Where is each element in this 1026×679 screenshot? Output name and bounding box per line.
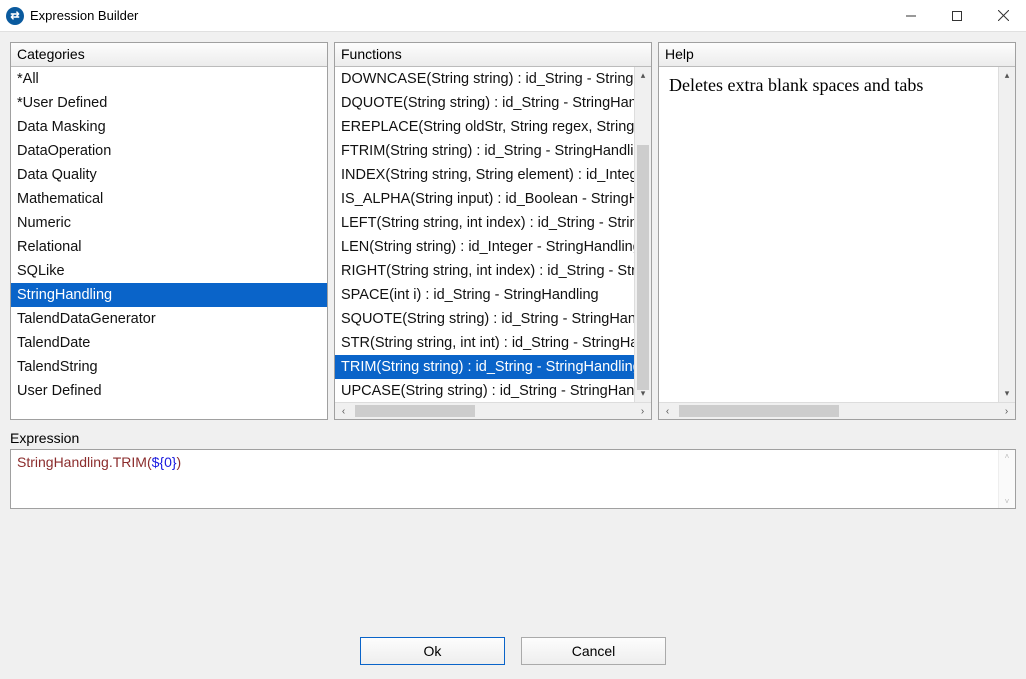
expression-close-text: ) xyxy=(177,454,182,470)
categories-listbox[interactable]: *All*User DefinedData MaskingDataOperati… xyxy=(11,67,327,419)
category-item[interactable]: TalendDate xyxy=(11,331,327,355)
function-item[interactable]: TRIM(String string) : id_String - String… xyxy=(335,355,634,379)
cancel-button[interactable]: Cancel xyxy=(521,637,666,665)
expression-vertical-scrollbar[interactable]: ˄ ˅ xyxy=(998,450,1015,508)
scroll-left-icon[interactable]: ‹ xyxy=(335,406,352,417)
scroll-up-icon[interactable]: ▴ xyxy=(635,67,651,84)
close-button[interactable] xyxy=(980,0,1026,32)
app-icon: ⇄ xyxy=(6,7,24,25)
expression-param-text: ${0} xyxy=(152,454,177,470)
function-item[interactable]: IS_ALPHA(String input) : id_Boolean - St… xyxy=(335,187,634,211)
function-item[interactable]: SQUOTE(String string) : id_String - Stri… xyxy=(335,307,634,331)
function-item[interactable]: INDEX(String string, String element) : i… xyxy=(335,163,634,187)
scroll-right-icon[interactable]: › xyxy=(998,406,1015,417)
function-item[interactable]: DOWNCASE(String string) : id_String - St… xyxy=(335,67,634,91)
scrollbar-thumb[interactable] xyxy=(679,405,839,417)
scroll-down-icon: ˅ xyxy=(1005,495,1010,508)
titlebar: ⇄ Expression Builder xyxy=(0,0,1026,32)
category-item[interactable]: TalendString xyxy=(11,355,327,379)
maximize-button[interactable] xyxy=(934,0,980,32)
expression-input[interactable]: StringHandling.TRIM(${0}) ˄ ˅ xyxy=(10,449,1016,509)
category-item[interactable]: DataOperation xyxy=(11,139,327,163)
minimize-button[interactable] xyxy=(888,0,934,32)
categories-header: Categories xyxy=(11,43,327,67)
category-item[interactable]: TalendDataGenerator xyxy=(11,307,327,331)
scroll-up-icon[interactable]: ▴ xyxy=(1005,67,1010,84)
help-text: Deletes extra blank spaces and tabs xyxy=(659,67,998,402)
category-item[interactable]: *User Defined xyxy=(11,91,327,115)
ok-button[interactable]: Ok xyxy=(360,637,505,665)
help-pane: Help Deletes extra blank spaces and tabs… xyxy=(658,42,1016,420)
window-title: Expression Builder xyxy=(30,8,138,23)
function-item[interactable]: STR(String string, int int) : id_String … xyxy=(335,331,634,355)
category-item[interactable]: User Defined xyxy=(11,379,327,403)
functions-pane: Functions DOWNCASE(String string) : id_S… xyxy=(334,42,652,420)
scroll-left-icon[interactable]: ‹ xyxy=(659,406,676,417)
function-item[interactable]: EREPLACE(String oldStr, String regex, St… xyxy=(335,115,634,139)
category-item[interactable]: StringHandling xyxy=(11,283,327,307)
category-item[interactable]: SQLike xyxy=(11,259,327,283)
help-horizontal-scrollbar[interactable]: ‹ › xyxy=(659,402,1015,419)
scroll-down-icon[interactable]: ▾ xyxy=(635,385,651,402)
function-item[interactable]: RIGHT(String string, int index) : id_Str… xyxy=(335,259,634,283)
function-item[interactable]: UPCASE(String string) : id_String - Stri… xyxy=(335,379,634,402)
function-item[interactable]: FTRIM(String string) : id_String - Strin… xyxy=(335,139,634,163)
scroll-up-icon: ˄ xyxy=(1005,450,1010,463)
scroll-right-icon[interactable]: › xyxy=(634,406,651,417)
expression-function-text: StringHandling.TRIM( xyxy=(17,454,152,470)
help-vertical-scrollbar[interactable]: ▴ ▾ xyxy=(998,67,1015,402)
function-item[interactable]: DQUOTE(String string) : id_String - Stri… xyxy=(335,91,634,115)
category-item[interactable]: Data Quality xyxy=(11,163,327,187)
category-item[interactable]: Data Masking xyxy=(11,115,327,139)
category-item[interactable]: Numeric xyxy=(11,211,327,235)
category-item[interactable]: Mathematical xyxy=(11,187,327,211)
expression-label: Expression xyxy=(10,430,1016,449)
functions-horizontal-scrollbar[interactable]: ‹ › xyxy=(335,402,651,419)
function-item[interactable]: LEFT(String string, int index) : id_Stri… xyxy=(335,211,634,235)
function-item[interactable]: LEN(String string) : id_Integer - String… xyxy=(335,235,634,259)
functions-vertical-scrollbar[interactable]: ▴ ▾ xyxy=(634,67,651,402)
function-item[interactable]: SPACE(int i) : id_String - StringHandlin… xyxy=(335,283,634,307)
scrollbar-thumb[interactable] xyxy=(355,405,475,417)
categories-pane: Categories *All*User DefinedData Masking… xyxy=(10,42,328,420)
category-item[interactable]: Relational xyxy=(11,235,327,259)
functions-listbox[interactable]: DOWNCASE(String string) : id_String - St… xyxy=(335,67,651,402)
help-header: Help xyxy=(659,43,1015,67)
scroll-down-icon[interactable]: ▾ xyxy=(1005,385,1010,402)
scrollbar-thumb[interactable] xyxy=(637,145,649,390)
functions-header: Functions xyxy=(335,43,651,67)
category-item[interactable]: *All xyxy=(11,67,327,91)
